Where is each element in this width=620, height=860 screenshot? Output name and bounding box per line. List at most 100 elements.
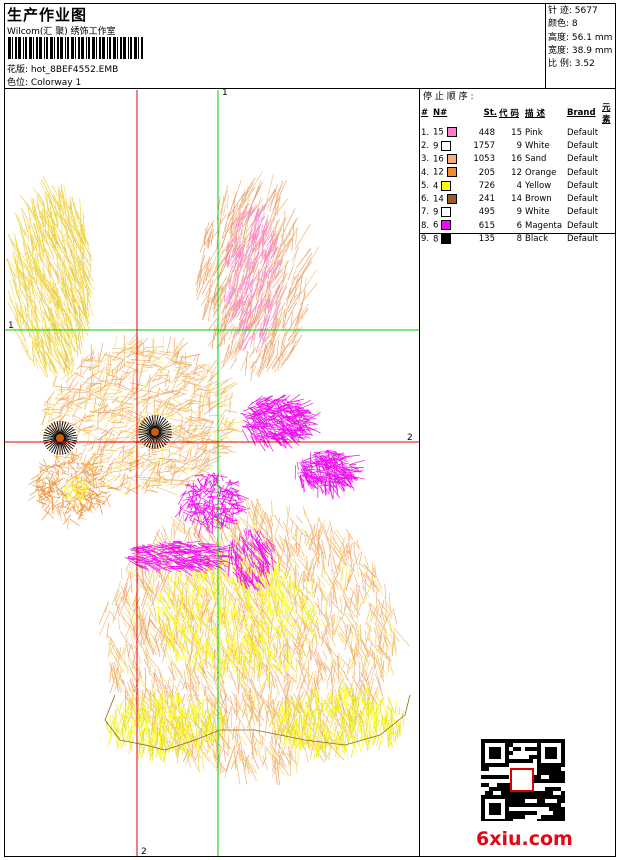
row-element: [602, 192, 620, 205]
row-element: [602, 232, 620, 245]
row-index: 9.: [421, 234, 430, 245]
row-element: [602, 179, 620, 192]
embroidery-preview: [5, 90, 419, 856]
row-stitches: 495: [478, 207, 495, 218]
row-index: 7.: [421, 207, 430, 218]
guide-label-right: 2: [407, 433, 413, 443]
row-description: White: [525, 140, 550, 151]
stat-stitches: 针 迹: 5677: [548, 6, 598, 16]
row-brand: Default: [567, 180, 599, 191]
guide-label-top: 1: [222, 88, 228, 98]
table-row: 5. 4 726 4 Yellow Default: [421, 179, 620, 192]
row-code: 14: [511, 194, 522, 205]
color-swatch: [441, 140, 452, 151]
row-index: 4.: [421, 167, 430, 178]
color-swatch: [441, 220, 452, 231]
row-description: Pink: [525, 127, 543, 138]
row-index: 8.: [421, 220, 430, 231]
row-needle: 6: [433, 219, 467, 232]
row-code: 6: [516, 220, 522, 231]
table-header-row: # N# St. 代 码 描 述 Brand 元 素: [421, 101, 620, 126]
row-needle: 12: [433, 166, 467, 179]
row-brand: Default: [567, 194, 599, 205]
row-description: Yellow: [525, 180, 552, 191]
col-header-stitches: St.: [483, 108, 497, 118]
stat-scale: 比 例: 3.52: [548, 59, 595, 70]
col-header-brand: Brand: [567, 108, 596, 118]
colorway-label: 色位: Colorway 1: [7, 78, 82, 88]
row-index: 6.: [421, 194, 430, 205]
col-header-description: 描 述: [525, 109, 545, 119]
row-code: 9: [516, 140, 522, 151]
row-element: [602, 219, 620, 232]
table-row: 7. 9 495 9 White Default: [421, 206, 620, 219]
table-row: 9. 8 135 8 Black Default: [421, 232, 620, 245]
row-element: [602, 206, 620, 219]
row-code: 9: [516, 207, 522, 218]
row-needle: 9: [433, 139, 467, 152]
row-index: 2.: [421, 140, 430, 151]
row-index: 1.: [421, 127, 430, 138]
row-stitches: 205: [478, 167, 495, 178]
row-brand: Default: [567, 140, 599, 151]
row-brand: Default: [567, 167, 599, 178]
header-divider: [4, 88, 616, 89]
row-description: Black: [525, 234, 548, 245]
row-stitches: 135: [478, 234, 495, 245]
stat-height: 高度: 56.1 mm: [548, 32, 613, 43]
stat-colors: 颜色: 8: [548, 19, 578, 30]
table-row: 1. 15 448 15 Pink Default: [421, 126, 620, 139]
guide-label-left: 1: [8, 321, 14, 331]
row-stitches: 726: [478, 180, 495, 191]
row-brand: Default: [567, 127, 599, 138]
row-code: 4: [516, 180, 522, 191]
qr-code: [481, 739, 565, 821]
col-header-element: 元 素: [602, 103, 611, 125]
row-stitches: 448: [478, 127, 495, 138]
color-swatch: [446, 193, 457, 204]
row-description: Sand: [525, 154, 547, 165]
table-row: 6. 14 241 14 Brown Default: [421, 192, 620, 205]
row-index: 5.: [421, 180, 430, 191]
row-description: Orange: [525, 167, 557, 178]
row-needle: 16: [433, 153, 467, 166]
stats-divider: [545, 3, 546, 89]
row-description: Brown: [525, 194, 552, 205]
row-code: 15: [511, 127, 522, 138]
row-description: Magenta: [525, 220, 563, 231]
stats-panel: 针 迹: 5677 颜色: 8 高度: 56.1 mm 宽度: 38.9 mm …: [548, 5, 612, 71]
table-row: 2. 9 1757 9 White Default: [421, 139, 620, 152]
col-header-needle: N#: [433, 108, 448, 118]
row-needle: 14: [433, 192, 467, 205]
row-code: 12: [511, 167, 522, 178]
row-stitches: 1757: [473, 140, 495, 151]
row-element: [602, 153, 620, 166]
studio-name: Wilcom(汇 聚) 绣饰工作室: [7, 27, 116, 37]
qr-seal-icon: [510, 768, 534, 792]
row-code: 8: [516, 234, 522, 245]
row-stitches: 1053: [473, 154, 495, 165]
guide-label-bottom: 2: [141, 847, 147, 857]
row-needle: 15: [433, 126, 467, 139]
color-stop-table: # N# St. 代 码 描 述 Brand 元 素 1. 15 448 15 Pin…: [421, 101, 620, 246]
row-brand: Default: [567, 154, 599, 165]
col-header-index: #: [421, 108, 429, 118]
row-element: [602, 166, 620, 179]
rabbit-artwork: [6, 170, 411, 786]
design-file-label: 花版: hot_8BEF4552.EMB: [7, 65, 119, 75]
table-row: 4. 12 205 12 Orange Default: [421, 166, 620, 179]
color-swatch: [441, 207, 452, 218]
row-index: 3.: [421, 154, 430, 165]
table-row: 3. 16 1053 16 Sand Default: [421, 153, 620, 166]
row-code: 16: [511, 154, 522, 165]
row-element: [602, 126, 620, 139]
watermark-logo: 6xiu.com: [476, 828, 573, 850]
row-description: White: [525, 207, 550, 218]
row-brand: Default: [567, 207, 599, 218]
col-header-code: 代 码: [499, 109, 519, 119]
row-element: [602, 139, 620, 152]
row-needle: 9: [433, 206, 467, 219]
color-swatch: [441, 180, 452, 191]
color-swatch: [441, 233, 452, 244]
canvas-divider: [419, 88, 420, 857]
